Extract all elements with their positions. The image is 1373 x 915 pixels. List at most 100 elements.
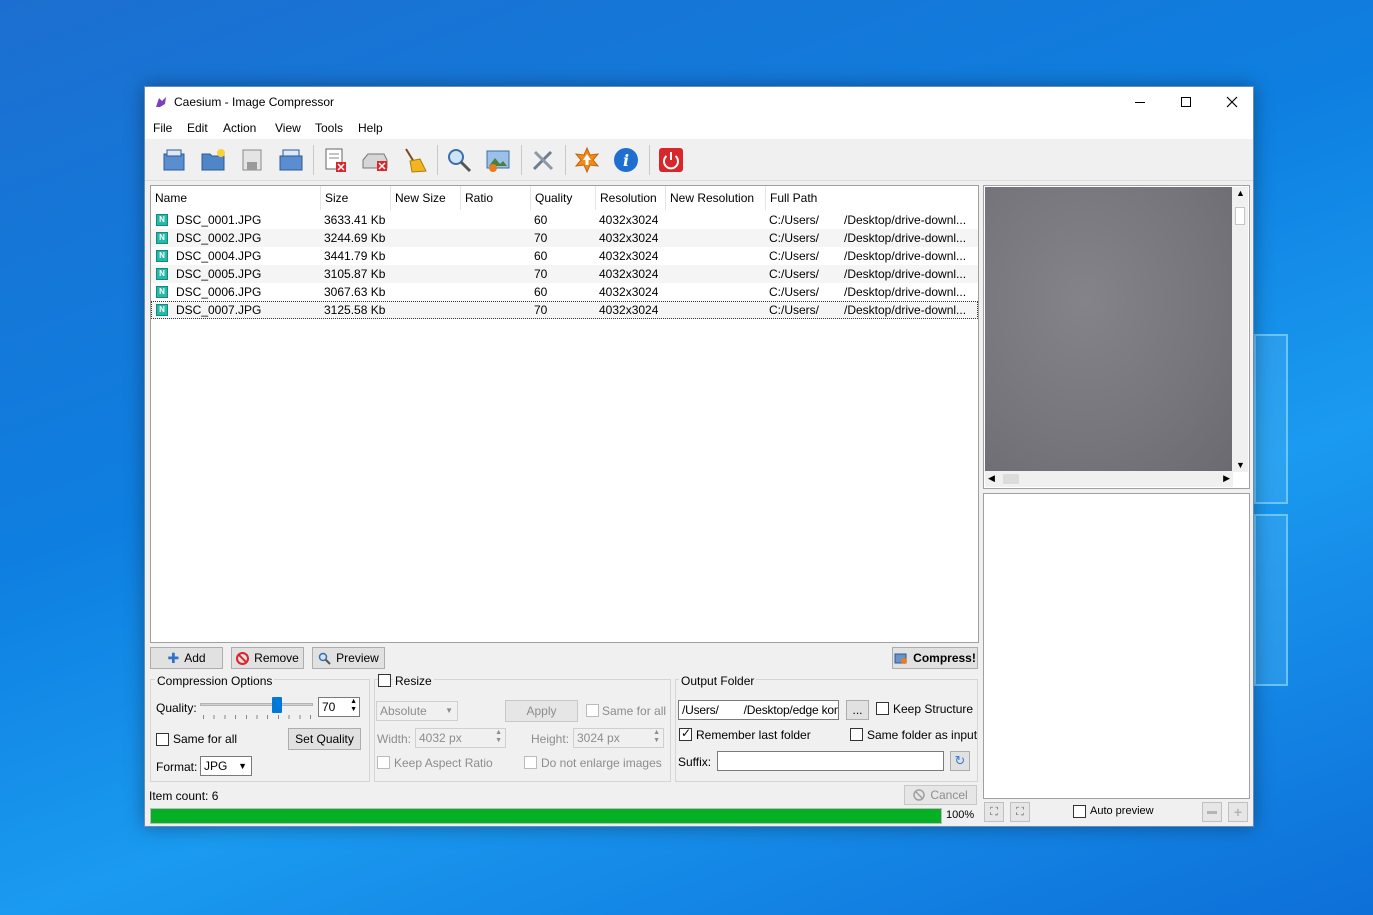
quality-spinbox[interactable]: 70 ▲ ▼ bbox=[318, 697, 360, 717]
table-row[interactable]: N DSC_0004.JPG 3441.79 Kb 60 4032x3024 C… bbox=[151, 247, 978, 265]
settings-button[interactable] bbox=[526, 143, 560, 177]
table-row[interactable]: N DSC_0002.JPG 3244.69 Kb 70 4032x3024 C… bbox=[151, 229, 978, 247]
item-count: Item count: 6 bbox=[149, 789, 219, 803]
column-header-quality[interactable]: Quality bbox=[531, 186, 596, 210]
compressed-preview-pane[interactable] bbox=[983, 493, 1250, 799]
update-button[interactable] bbox=[570, 143, 604, 177]
scrollbar-thumb[interactable] bbox=[1003, 474, 1019, 484]
clear-list-icon bbox=[362, 153, 388, 171]
cancel-button[interactable]: Cancel bbox=[904, 785, 977, 805]
cell-path-start: C:/Users/ bbox=[769, 231, 820, 245]
menu-tools[interactable]: Tools bbox=[315, 121, 343, 135]
browse-output-button[interactable]: ... bbox=[846, 700, 869, 720]
exit-button[interactable] bbox=[654, 143, 688, 177]
same-folder-checkbox[interactable] bbox=[850, 728, 863, 741]
width-spinbox[interactable]: 4032 px ▲ ▼ bbox=[415, 728, 506, 748]
column-header-resolution[interactable]: Resolution bbox=[596, 186, 666, 210]
scroll-down-icon[interactable]: ▼ bbox=[1236, 460, 1245, 470]
menu-view[interactable]: View bbox=[275, 121, 301, 135]
magnifier-icon bbox=[318, 652, 331, 665]
fit-to-window-button[interactable]: ⛶ bbox=[984, 802, 1004, 822]
file-status-icon: N bbox=[156, 286, 168, 298]
column-header-name[interactable]: Name bbox=[151, 186, 321, 210]
add-files-button[interactable] bbox=[157, 143, 191, 177]
menu-edit[interactable]: Edit bbox=[187, 121, 208, 135]
save-list-icon bbox=[242, 149, 262, 171]
cell-name: DSC_0004.JPG bbox=[176, 249, 262, 263]
height-spinbox[interactable]: 3024 px ▲ ▼ bbox=[573, 728, 664, 748]
compress-button[interactable]: Compress! bbox=[892, 647, 978, 669]
info-button[interactable]: i bbox=[609, 143, 643, 177]
open-list-button[interactable] bbox=[274, 143, 308, 177]
app-window: Caesium - Image Compressor File Edit Act… bbox=[144, 86, 1254, 827]
table-row[interactable]: N DSC_0005.JPG 3105.87 Kb 70 4032x3024 C… bbox=[151, 265, 978, 283]
resize-checkbox[interactable] bbox=[378, 674, 391, 687]
same-for-all-quality-checkbox[interactable] bbox=[156, 733, 169, 746]
suffix-input[interactable] bbox=[717, 751, 944, 771]
table-row[interactable]: N DSC_0006.JPG 3067.63 Kb 60 4032x3024 C… bbox=[151, 283, 978, 301]
reset-suffix-button[interactable]: ↻ bbox=[950, 751, 970, 771]
preview-button[interactable]: Preview bbox=[312, 647, 385, 669]
chevron-down-icon: ▼ bbox=[238, 761, 247, 771]
cell-path-end: /Desktop/drive-downl... bbox=[844, 285, 967, 299]
zoom-out-button[interactable] bbox=[1202, 802, 1222, 822]
table-row[interactable]: N DSC_0001.JPG 3633.41 Kb 60 4032x3024 C… bbox=[151, 211, 978, 229]
column-header-new-resolution[interactable]: New Resolution bbox=[666, 186, 766, 210]
vertical-scrollbar[interactable]: ▲ ▼ bbox=[1232, 187, 1248, 472]
scrollbar-thumb[interactable] bbox=[1235, 207, 1245, 225]
width-label: Width: bbox=[377, 732, 412, 746]
slider-handle[interactable] bbox=[272, 697, 282, 713]
minimize-button[interactable] bbox=[1117, 87, 1163, 117]
add-folder-button[interactable] bbox=[196, 143, 230, 177]
same-for-all-resize-checkbox[interactable] bbox=[586, 704, 599, 717]
file-table[interactable]: Name Size New Size Ratio Quality Resolut… bbox=[150, 185, 979, 643]
clear-list-button[interactable] bbox=[358, 143, 392, 177]
cell-size: 3105.87 Kb bbox=[324, 267, 386, 281]
close-button[interactable] bbox=[1209, 87, 1255, 117]
scroll-left-icon[interactable]: ◀ bbox=[988, 473, 995, 484]
remove-items-button[interactable] bbox=[318, 143, 352, 177]
add-button[interactable]: ✚ Add bbox=[150, 647, 223, 669]
desktop-windows-logo-pane bbox=[1254, 334, 1288, 504]
zoom-in-button[interactable]: + bbox=[1228, 802, 1248, 822]
actual-size-button[interactable]: ⛶ bbox=[1010, 802, 1030, 822]
scroll-up-icon[interactable]: ▲ bbox=[1236, 188, 1245, 198]
toolbar-separator bbox=[521, 145, 522, 175]
cell-name: DSC_0006.JPG bbox=[176, 285, 262, 299]
column-header-size[interactable]: Size bbox=[321, 186, 391, 210]
remember-last-folder-checkbox[interactable] bbox=[679, 726, 692, 741]
column-header-full-path[interactable]: Full Path bbox=[766, 186, 978, 210]
preview-image-button[interactable] bbox=[481, 143, 515, 177]
quality-value: 70 bbox=[322, 700, 336, 714]
menu-help[interactable]: Help bbox=[358, 121, 383, 135]
progress-bar bbox=[150, 808, 942, 824]
output-path-input[interactable]: /Users/ /Desktop/edge komp bbox=[678, 700, 839, 720]
keep-structure-checkbox[interactable] bbox=[876, 702, 889, 715]
do-not-enlarge-checkbox[interactable] bbox=[524, 756, 537, 769]
menu-file[interactable]: File bbox=[153, 121, 172, 135]
resize-mode-select[interactable]: Absolute ▼ bbox=[376, 701, 458, 721]
search-button[interactable] bbox=[442, 143, 476, 177]
menu-action[interactable]: Action bbox=[223, 121, 256, 135]
horizontal-scrollbar[interactable]: ◀ ▶ bbox=[985, 471, 1233, 487]
scroll-right-icon[interactable]: ▶ bbox=[1223, 473, 1230, 484]
format-select[interactable]: JPG ▼ bbox=[200, 756, 252, 776]
column-header-new-size[interactable]: New Size bbox=[391, 186, 461, 210]
auto-preview-checkbox[interactable] bbox=[1073, 805, 1086, 818]
preview-image-icon bbox=[486, 150, 510, 172]
toolbar-separator bbox=[565, 145, 566, 175]
maximize-button[interactable] bbox=[1163, 87, 1209, 117]
table-row-selected[interactable]: N DSC_0007.JPG 3125.58 Kb 70 4032x3024 C… bbox=[151, 301, 978, 319]
column-header-ratio[interactable]: Ratio bbox=[461, 186, 531, 210]
set-quality-button[interactable]: Set Quality bbox=[288, 728, 361, 750]
file-status-icon: N bbox=[156, 304, 168, 316]
keep-aspect-ratio-checkbox[interactable] bbox=[377, 756, 390, 769]
save-list-button[interactable] bbox=[235, 143, 269, 177]
remove-button[interactable]: Remove bbox=[231, 647, 304, 669]
original-preview-pane[interactable]: ▲ ▼ ◀ ▶ bbox=[983, 185, 1250, 489]
cleanup-button[interactable] bbox=[397, 143, 431, 177]
preview-button-label: Preview bbox=[336, 651, 379, 665]
quality-slider[interactable] bbox=[200, 697, 315, 719]
apply-button[interactable]: Apply bbox=[505, 700, 578, 722]
cell-size: 3125.58 Kb bbox=[324, 303, 386, 317]
